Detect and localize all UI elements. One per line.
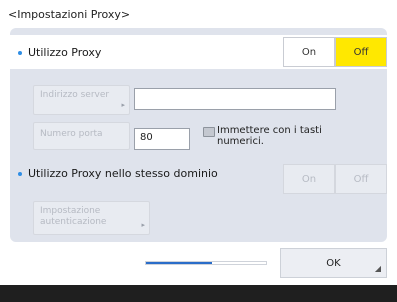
progress-fill: [146, 262, 212, 264]
same-domain-off-button[interactable]: Off: [335, 164, 387, 194]
ok-button[interactable]: OK ◢: [280, 248, 387, 278]
server-address-input[interactable]: [134, 88, 336, 110]
use-proxy-on-button[interactable]: On: [283, 37, 335, 67]
page-title: <Impostazioni Proxy>: [8, 8, 131, 21]
port-number-input[interactable]: 80: [134, 128, 190, 150]
arrow-icon: ▸: [141, 221, 145, 229]
use-proxy-label: Utilizzo Proxy: [18, 46, 101, 59]
progress-bar: [145, 261, 267, 265]
port-number-button[interactable]: Numero porta: [33, 122, 130, 150]
footer-bar: [0, 285, 397, 302]
ok-label: OK: [326, 257, 341, 269]
port-number-hint: Immettere con i tasti numerici.: [217, 125, 322, 147]
auth-settings-label: Impostazione autenticazione: [40, 206, 107, 227]
server-address-label: Indirizzo server: [40, 90, 110, 100]
same-domain-label-text: Utilizzo Proxy nello stesso dominio: [28, 167, 218, 180]
use-proxy-label-text: Utilizzo Proxy: [28, 46, 102, 59]
bullet-icon: [18, 172, 22, 176]
use-proxy-off-button[interactable]: Off: [335, 37, 387, 67]
auth-settings-button[interactable]: Impostazione autenticazione ▸: [33, 201, 150, 235]
server-address-button[interactable]: Indirizzo server ▸: [33, 85, 130, 115]
port-number-label: Numero porta: [40, 129, 103, 139]
same-domain-label: Utilizzo Proxy nello stesso dominio: [18, 167, 218, 180]
keypad-icon: [203, 127, 215, 137]
same-domain-on-button[interactable]: On: [283, 164, 335, 194]
arrow-icon: ▸: [121, 101, 125, 109]
arrow-icon: ◢: [374, 264, 381, 273]
bullet-icon: [18, 51, 22, 55]
